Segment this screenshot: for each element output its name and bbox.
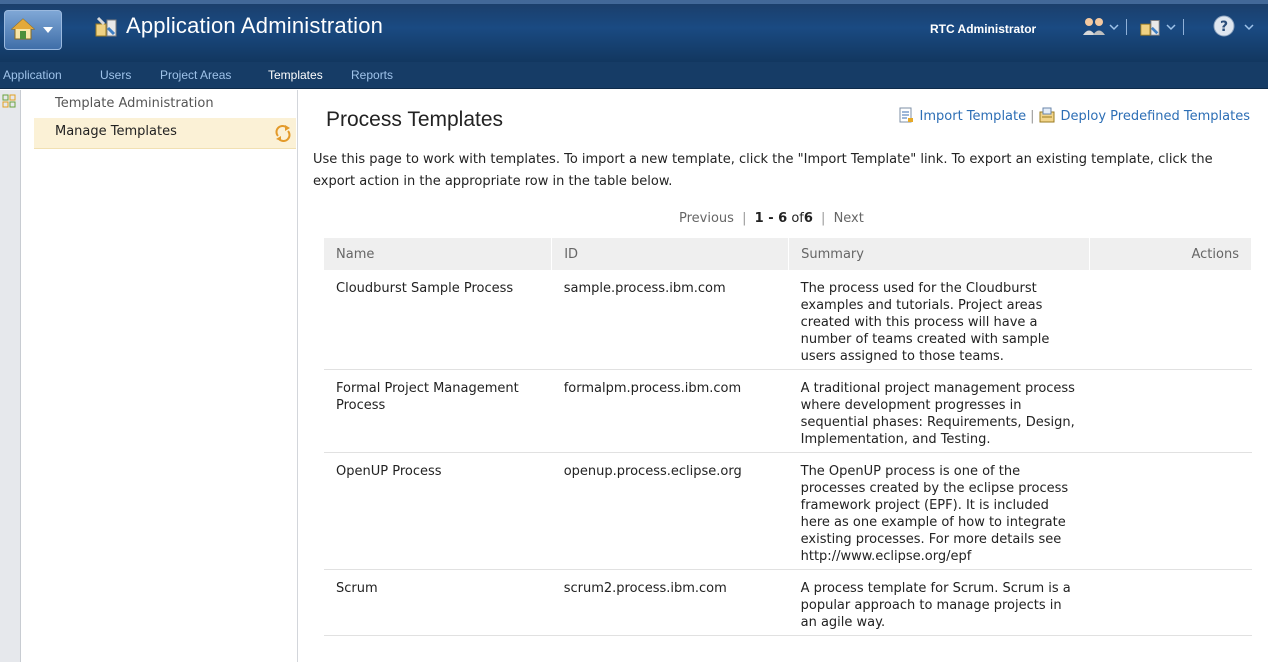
table-header-row: Name ID Summary Actions xyxy=(324,238,1252,270)
refresh-icon[interactable] xyxy=(274,124,292,142)
home-menu-button[interactable] xyxy=(4,10,62,50)
page-title: Process Templates xyxy=(326,108,504,131)
pager-next[interactable]: Next xyxy=(834,211,864,226)
chevron-down-icon[interactable] xyxy=(1109,23,1119,31)
left-rail xyxy=(0,90,21,662)
cell-summary: A traditional project management process… xyxy=(788,369,1090,453)
chevron-down-icon xyxy=(43,27,53,33)
pager-range: 1 - 6 xyxy=(754,211,788,226)
nav-reports[interactable]: Reports xyxy=(351,68,393,82)
table-row: Cloudburst Sample Process sample.process… xyxy=(324,270,1252,370)
users-icon[interactable] xyxy=(1082,15,1106,37)
templates-table: Name ID Summary Actions Cloudburst Sampl… xyxy=(324,238,1252,636)
cell-actions xyxy=(1089,452,1252,570)
table-row: OpenUP Process openup.process.eclipse.or… xyxy=(324,452,1252,570)
table-row: Scrum scrum2.process.ibm.com A process t… xyxy=(324,569,1252,636)
pager-of: of xyxy=(791,211,804,226)
sidebar-item-label: Manage Templates xyxy=(55,124,177,139)
app-title: Application Administration xyxy=(126,13,384,38)
cell-actions xyxy=(1089,369,1252,453)
column-header-actions: Actions xyxy=(1089,238,1252,270)
help-icon[interactable]: ? xyxy=(1213,15,1235,37)
home-icon xyxy=(11,18,35,40)
chevron-down-icon[interactable] xyxy=(1166,23,1176,31)
cell-summary: The process used for the Cloudburst exam… xyxy=(788,270,1090,370)
import-template-link[interactable]: Import Template xyxy=(920,109,1027,124)
link-separator: | xyxy=(1030,109,1035,124)
admin-tools-icon xyxy=(95,16,117,37)
cell-actions xyxy=(1089,569,1252,636)
cell-summary: The OpenUP process is one of the process… xyxy=(788,452,1090,570)
column-header-name[interactable]: Name xyxy=(324,238,553,270)
cell-id: openup.process.eclipse.org xyxy=(551,452,789,570)
column-header-summary[interactable]: Summary xyxy=(788,238,1091,270)
import-icon[interactable] xyxy=(898,107,914,123)
app-banner: Application Administration RTC Administr… xyxy=(0,0,1268,63)
grid-icon[interactable] xyxy=(2,94,17,109)
template-actions: Import Template | Deploy Predefined Templ… xyxy=(898,107,1250,124)
toolbar-separator xyxy=(1183,19,1184,35)
sidebar-header: Template Administration xyxy=(55,96,214,111)
cell-id: scrum2.process.ibm.com xyxy=(551,569,789,636)
pager-separator: | xyxy=(742,211,747,226)
sidebar-item-manage-templates[interactable]: Manage Templates xyxy=(34,118,296,149)
banner-highlight xyxy=(0,0,1268,4)
cell-name: Cloudburst Sample Process xyxy=(324,270,552,370)
cell-id: formalpm.process.ibm.com xyxy=(551,369,789,453)
admin-tools-icon[interactable] xyxy=(1138,15,1162,37)
nav-project-areas[interactable]: Project Areas xyxy=(160,68,231,82)
cell-name: Formal Project Management Process xyxy=(324,369,552,453)
pager-total: 6 xyxy=(803,211,813,226)
cell-name: Scrum xyxy=(324,569,552,636)
chevron-down-icon[interactable] xyxy=(1244,23,1254,31)
nav-application[interactable]: Application xyxy=(3,68,62,82)
deploy-icon[interactable] xyxy=(1039,107,1055,123)
cell-id: sample.process.ibm.com xyxy=(551,270,789,370)
svg-text:?: ? xyxy=(1220,19,1228,35)
page-description: Use this page to work with templates. To… xyxy=(313,152,1213,189)
cell-name: OpenUP Process xyxy=(324,452,552,570)
nav-templates[interactable]: Templates xyxy=(268,68,323,82)
cell-actions xyxy=(1089,270,1252,370)
toolbar-separator xyxy=(1126,19,1127,35)
table-row: Formal Project Management Process formal… xyxy=(324,369,1252,453)
column-header-id[interactable]: ID xyxy=(551,238,790,270)
main-nav: Application Users Project Areas Template… xyxy=(0,62,1268,89)
cell-summary: A process template for Scrum. Scrum is a… xyxy=(788,569,1090,636)
pager-previous[interactable]: Previous xyxy=(679,211,734,226)
nav-users[interactable]: Users xyxy=(100,68,131,82)
sidebar: Template Administration Manage Templates xyxy=(21,90,298,662)
user-name[interactable]: RTC Administrator xyxy=(930,22,1036,36)
pager-separator: | xyxy=(821,211,826,226)
deploy-predefined-templates-link[interactable]: Deploy Predefined Templates xyxy=(1061,109,1250,124)
